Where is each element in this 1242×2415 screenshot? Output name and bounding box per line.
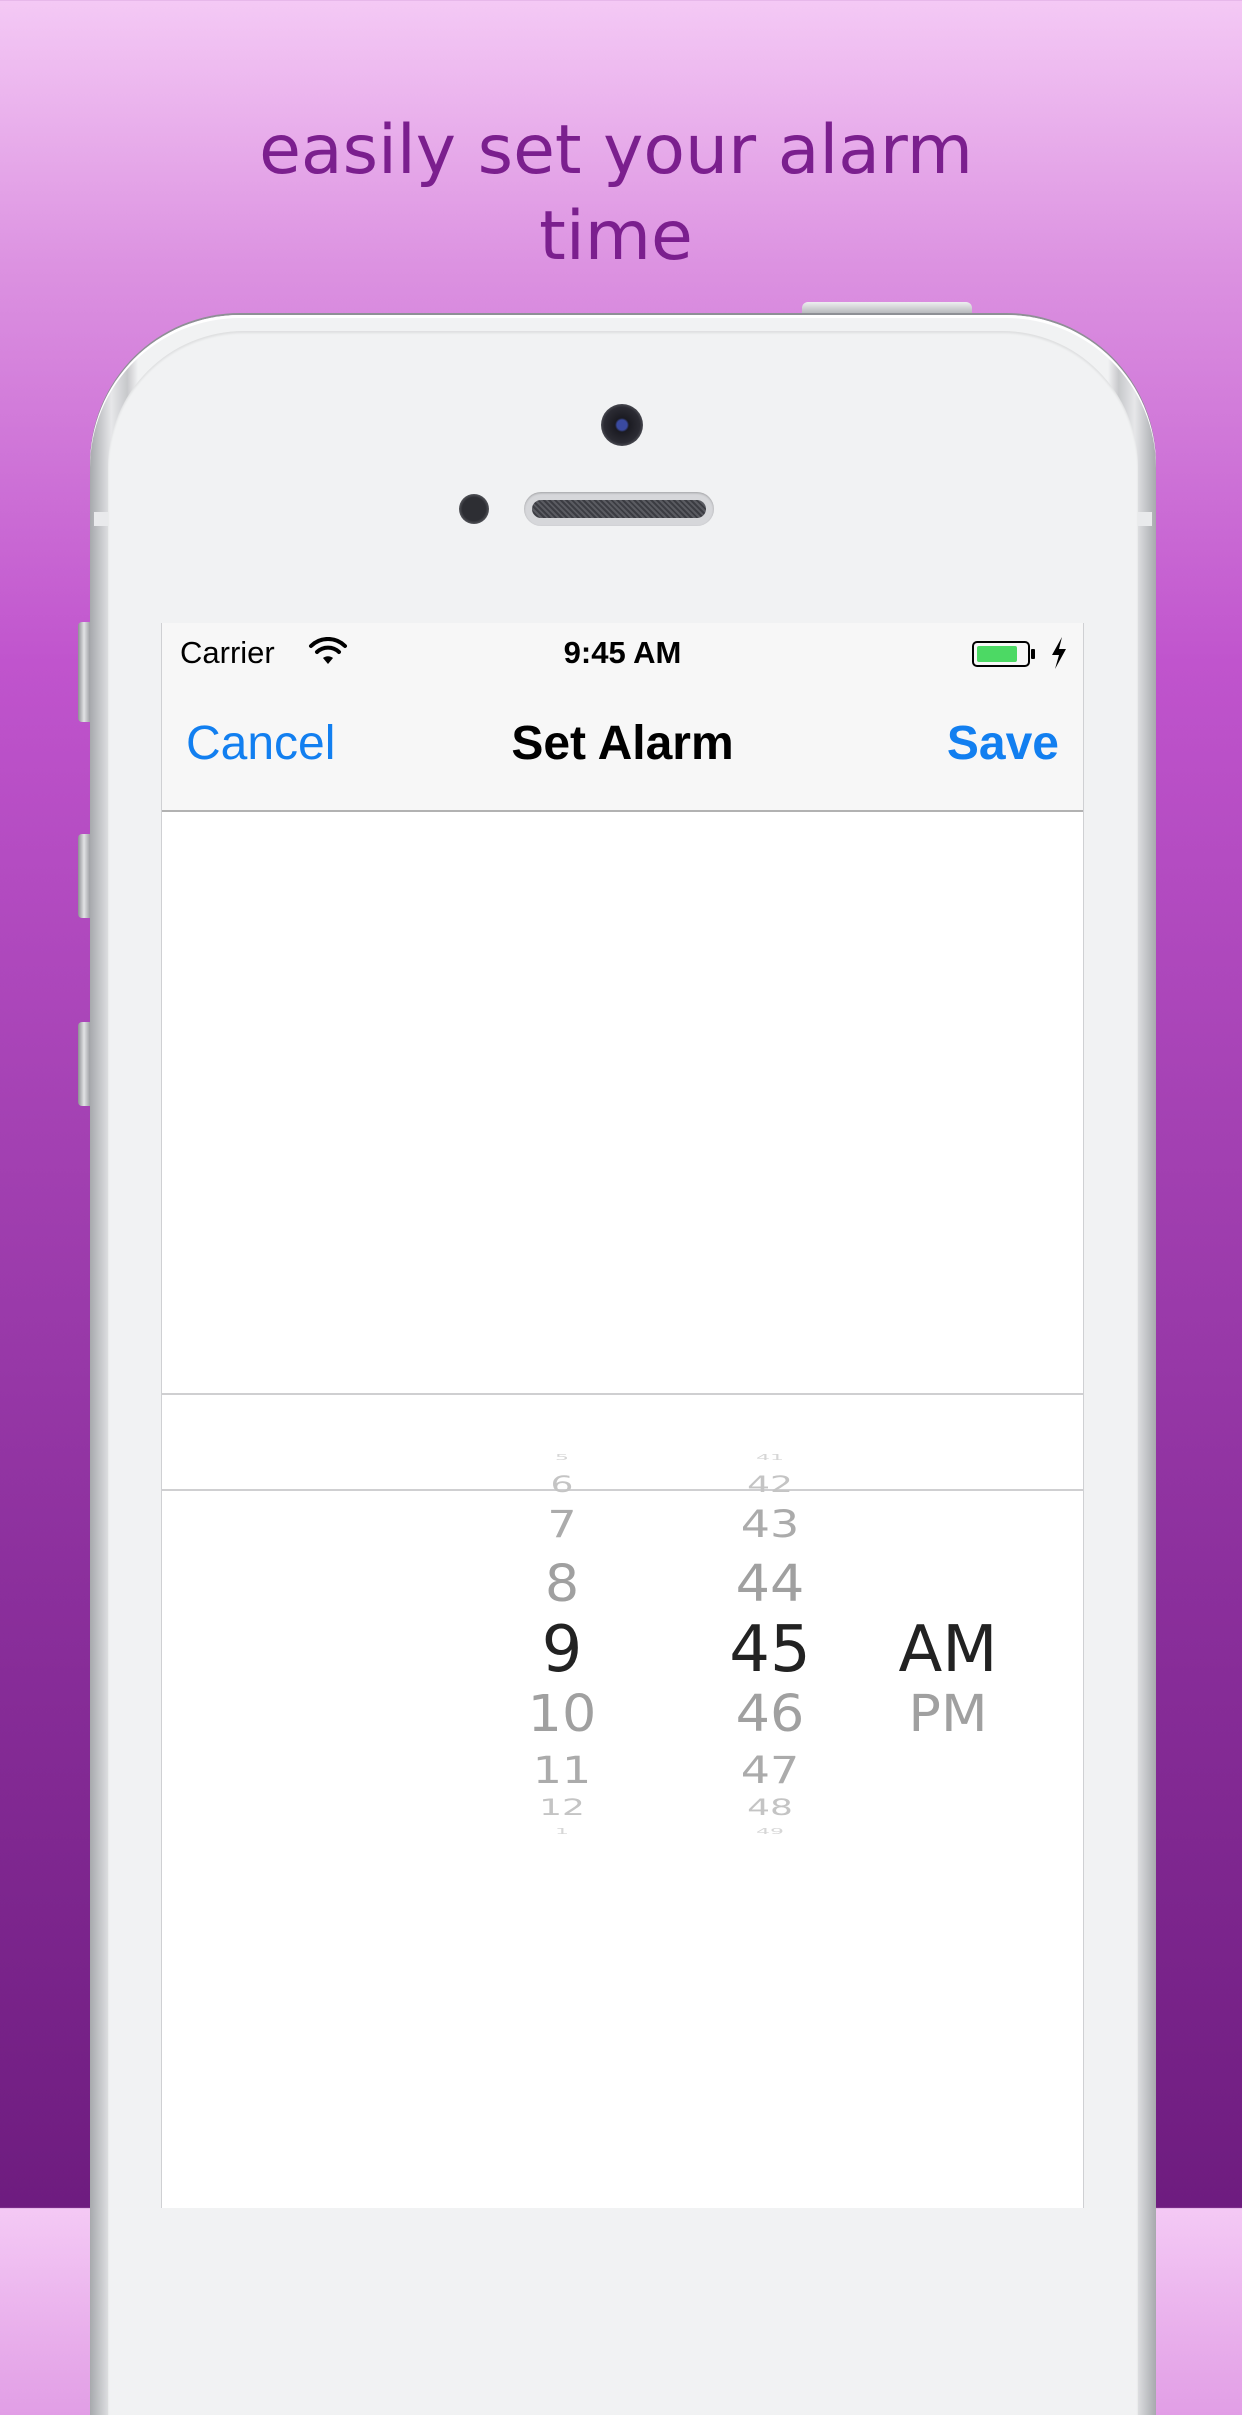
hour-wheel[interactable]: 5 6 7 8 9 10 11 12 1 [462, 1183, 662, 1836]
hour-option[interactable]: 11 [462, 1751, 662, 1789]
promo-headline: easily set your alarm time [0, 108, 1232, 280]
hour-option[interactable]: 8 [462, 1558, 662, 1610]
minute-option[interactable]: 49 [670, 1828, 870, 1836]
page-title: Set Alarm [511, 717, 734, 770]
bolt-icon [1052, 637, 1066, 669]
antenna-band-right [1138, 512, 1152, 526]
headline-line-1: easily set your alarm [259, 111, 973, 190]
antenna-band-left [94, 512, 108, 526]
volume-down-button [78, 1022, 90, 1106]
minute-option[interactable]: 46 [670, 1688, 870, 1740]
hour-option[interactable]: 12 [462, 1797, 662, 1819]
power-button [802, 302, 972, 316]
phone-screen: Carrier 9:45 AM Cancel Set Alarm Save 5 6… [161, 623, 1084, 2208]
minute-option[interactable]: 47 [670, 1751, 870, 1789]
time-picker[interactable]: 5 6 7 8 9 10 11 12 1 41 42 43 44 45 46 47 48 49 AM PM [162, 1183, 1083, 1836]
save-button[interactable]: Save [947, 716, 1059, 771]
volume-up-button [78, 834, 90, 918]
navigation-bar: Cancel Set Alarm Save [162, 683, 1083, 812]
hour-option[interactable]: 5 [462, 1454, 662, 1462]
proximity-sensor [459, 494, 489, 524]
minute-option[interactable]: 48 [670, 1797, 870, 1819]
minute-option[interactable]: 41 [670, 1454, 870, 1462]
hour-option[interactable]: 6 [462, 1474, 662, 1496]
battery-icon [972, 641, 1035, 667]
period-option[interactable]: PM [848, 1688, 1048, 1740]
status-time: 9:45 AM [563, 635, 682, 670]
minute-wheel[interactable]: 41 42 43 44 45 46 47 48 49 [670, 1183, 870, 1836]
period-wheel[interactable]: AM PM [848, 1183, 1048, 1783]
hour-option[interactable]: 7 [462, 1505, 662, 1543]
minute-option[interactable]: 42 [670, 1474, 870, 1496]
minute-option[interactable]: 44 [670, 1558, 870, 1610]
earpiece-speaker [524, 492, 714, 526]
hour-option-selected[interactable]: 9 [462, 1618, 662, 1682]
hour-option[interactable]: 10 [462, 1688, 662, 1740]
period-option-selected[interactable]: AM [848, 1618, 1048, 1682]
headline-line-2: time [539, 197, 693, 276]
hour-option[interactable]: 1 [462, 1828, 662, 1836]
minute-option-selected[interactable]: 45 [670, 1618, 870, 1682]
mute-switch [78, 622, 90, 722]
minute-option[interactable]: 43 [670, 1505, 870, 1543]
front-camera [601, 404, 643, 446]
status-bar: Carrier 9:45 AM [162, 623, 1083, 683]
